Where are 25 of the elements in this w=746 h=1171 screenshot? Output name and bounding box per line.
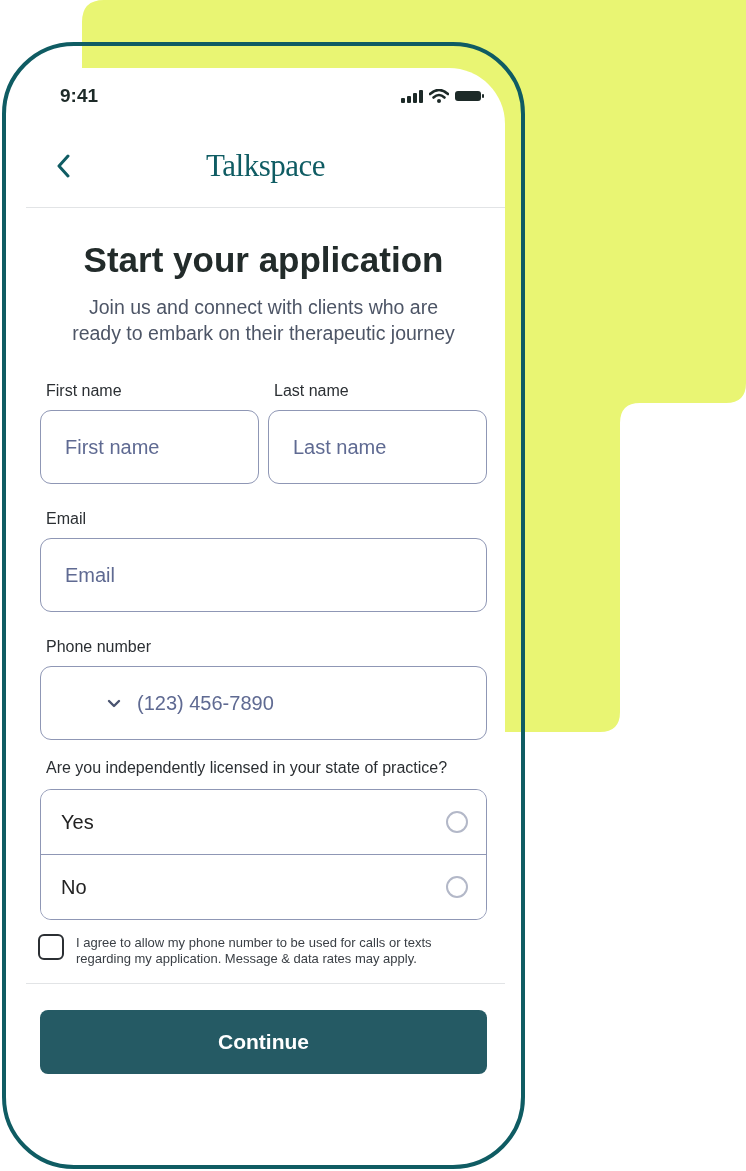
phone-number-input[interactable]: (123) 456-7890: [135, 690, 486, 716]
field-label: Email: [46, 510, 87, 528]
name-field[interactable]: Last name: [268, 410, 487, 484]
consent-checkbox[interactable]: [38, 934, 64, 960]
chevron-down-icon: [107, 698, 121, 708]
wifi-icon: [429, 89, 449, 103]
signal-icon: [401, 89, 423, 103]
question-label: Are you independently licensed in your state of practice?: [46, 758, 449, 778]
consent-text: I agree to allow my phone number to be used for calls or texts regarding my application. Message & data rates may apply.: [76, 935, 433, 967]
field-label: Last name: [274, 382, 350, 400]
subtitle: Join us and connect with clients who are ready to embark on their therapeutic journey: [71, 295, 456, 346]
phone-field[interactable]: (123) 456-7890: [40, 666, 487, 740]
field-label: Phone number: [46, 638, 152, 656]
chevron-left-icon: [56, 154, 70, 178]
continue-button[interactable]: Continue: [40, 1010, 487, 1074]
email-field[interactable]: Email: [40, 538, 487, 612]
field-label: First name: [46, 382, 123, 400]
radio-option[interactable]: No: [41, 854, 486, 919]
radio-icon: [446, 811, 468, 833]
battery-icon: [455, 90, 485, 102]
page-title: Start your application: [82, 239, 445, 281]
status-time: 9:41: [60, 85, 99, 107]
name-field[interactable]: First name: [40, 410, 259, 484]
radio-icon: [446, 876, 468, 898]
logo: Talkspace: [206, 147, 325, 184]
